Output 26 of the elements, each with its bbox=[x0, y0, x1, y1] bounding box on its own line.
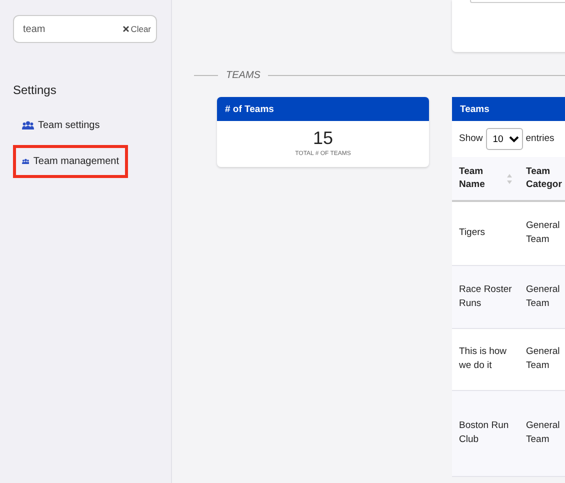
column-header[interactable]: Team Name bbox=[452, 157, 519, 201]
sidebar-heading: Settings bbox=[13, 82, 58, 99]
card-header: Teams bbox=[452, 97, 565, 121]
column-header[interactable]: Team Categor bbox=[519, 157, 565, 201]
table-cell: General Team bbox=[519, 390, 565, 476]
show-label: Show bbox=[459, 132, 483, 146]
section-title: TEAMS bbox=[226, 69, 260, 83]
table-cell: Boston Run Club bbox=[452, 390, 519, 476]
table-cell: General Team bbox=[519, 265, 565, 328]
entries-label: entries bbox=[526, 132, 554, 146]
sidebar-item[interactable]: Team settings bbox=[13, 109, 128, 142]
team-count: 15 bbox=[312, 127, 334, 147]
people-icon bbox=[22, 121, 34, 130]
card-header: # of Teams bbox=[217, 97, 429, 121]
table-cell: Race Roster Runs bbox=[452, 265, 519, 328]
page-size-select[interactable]: 10 bbox=[486, 128, 523, 150]
sidebar-item[interactable]: Team management bbox=[13, 145, 128, 178]
search-field[interactable]: team Clear bbox=[13, 15, 157, 43]
clear-button[interactable]: Clear bbox=[122, 22, 151, 36]
table-cell: General Team bbox=[519, 328, 565, 390]
table-cell: This is how we do it bbox=[452, 328, 519, 390]
people-icon bbox=[22, 157, 30, 166]
sort-icon bbox=[507, 174, 512, 184]
table-cell: General Team bbox=[519, 201, 565, 265]
close-icon bbox=[122, 26, 129, 32]
table-cell: Tigers bbox=[452, 201, 519, 265]
